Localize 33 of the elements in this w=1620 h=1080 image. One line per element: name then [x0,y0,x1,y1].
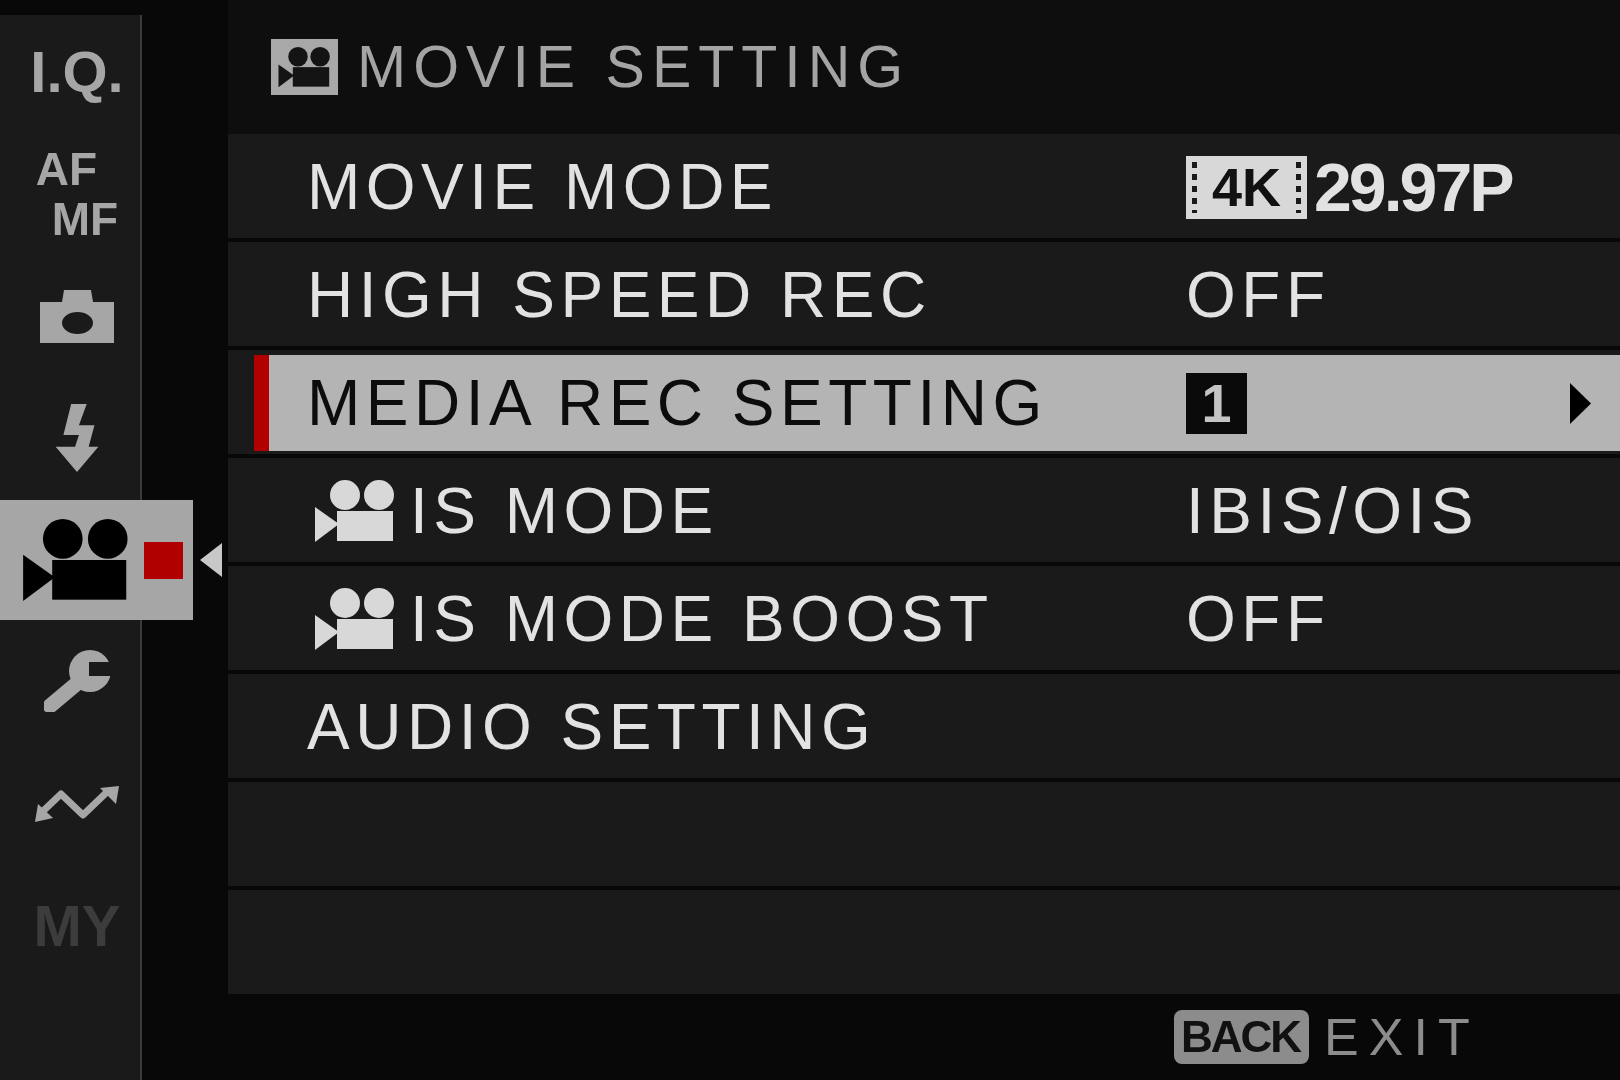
movie-camera-icon [271,39,338,95]
frame-rate-value: 29.97P [1314,148,1514,226]
back-key-badge: BACK [1174,1010,1310,1064]
camera-icon [40,289,114,343]
menu-tab[interactable]: AF MF [35,146,119,242]
setting-value: OFF [1186,258,1331,332]
menu-tab[interactable] [0,500,193,620]
pointer-triangle-icon [200,543,222,577]
menu-tab[interactable]: I.Q. [30,43,124,101]
movie-camera-icon [23,519,129,601]
slot-number-badge: 1 [1186,372,1247,434]
setting-value: OFF [1186,582,1331,656]
menu-item[interactable]: AUDIO SETTING [228,674,1620,778]
menu-item[interactable]: MEDIA REC SETTING 1 [228,350,1620,454]
menu-item[interactable]: IS MODE BOOST OFF [228,566,1620,670]
menu-tab[interactable] [55,404,99,472]
exit-label: EXIT [1324,1007,1480,1067]
movie-camera-icon [315,480,395,542]
flash-icon [55,404,99,472]
menu-item[interactable]: HIGH SPEED REC OFF [228,242,1620,346]
menu-tab[interactable] [40,289,114,343]
menu-tab[interactable] [35,784,119,824]
menu-item[interactable]: IS MODE IBIS/OIS [228,458,1620,562]
square-marker-icon [144,541,183,579]
wrench-icon [41,649,113,715]
menu-title: MOVIE SETTING [357,33,911,101]
resolution-badge: 4K [1186,155,1308,219]
movie-camera-icon [315,588,395,650]
setting-value: IBIS/OIS [1186,474,1479,548]
menu-item[interactable]: MOVIE MODE 4K 29.97P [228,134,1620,238]
menu-tab[interactable] [41,649,113,715]
zigzag-arrows-icon [35,784,119,824]
caret-right-icon [1570,382,1591,424]
